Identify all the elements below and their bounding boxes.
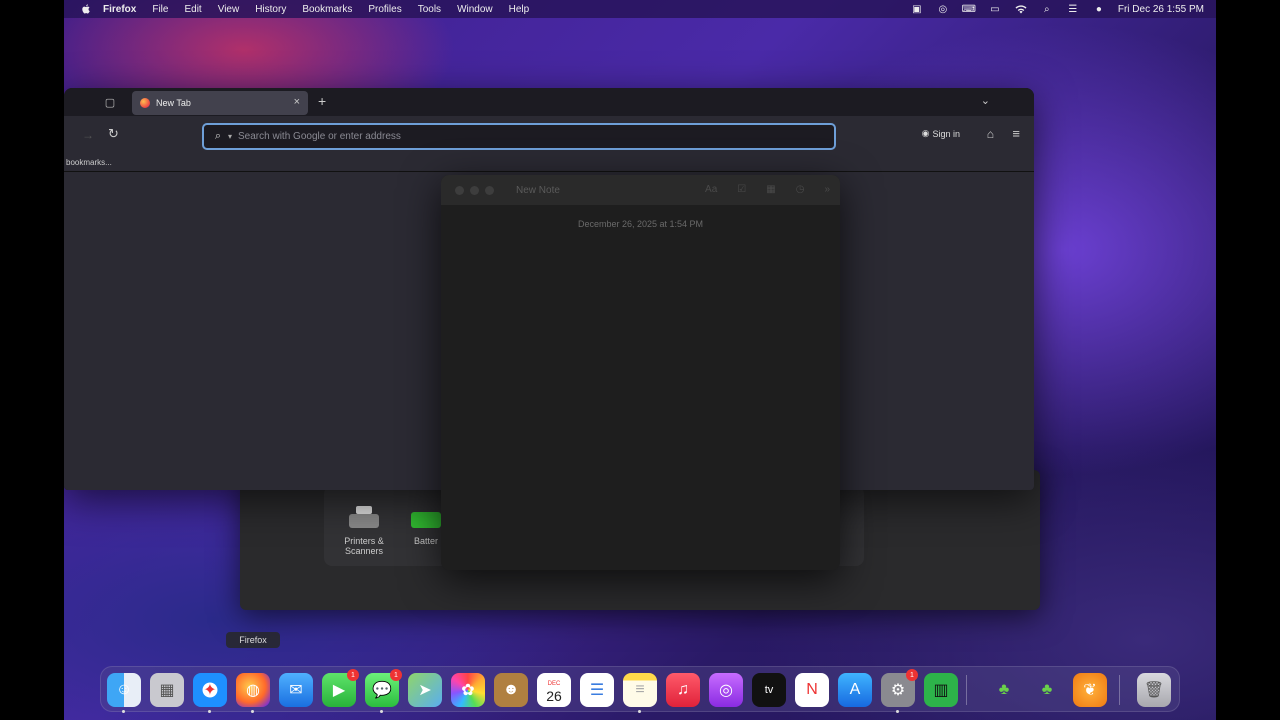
launchpad-icon[interactable]: ▦: [150, 673, 184, 707]
search-icon: ⌕: [214, 130, 222, 142]
numbers-icon[interactable]: ▥: [924, 673, 958, 707]
firefox-view-icon[interactable]: ▢: [102, 95, 118, 109]
url-bar[interactable]: ⌕ ▾: [202, 123, 836, 150]
menu-bookmarks[interactable]: Bookmarks: [302, 4, 352, 15]
menu-window[interactable]: Window: [457, 4, 493, 15]
more-icon[interactable]: »: [824, 184, 830, 195]
news-icon[interactable]: N: [795, 673, 829, 707]
bookmarks-label[interactable]: bookmarks...: [66, 158, 112, 167]
tv-icon[interactable]: tv: [752, 673, 786, 707]
menu-help[interactable]: Help: [509, 4, 530, 15]
finder-icon[interactable]: ☺: [107, 673, 141, 713]
sign-in-button[interactable]: ◉ Sign in: [922, 128, 960, 139]
dock-tooltip: Firefox: [226, 632, 280, 648]
menu-edit[interactable]: Edit: [184, 4, 201, 15]
printers-scanners-item[interactable]: Printers & Scanners: [334, 506, 394, 556]
calendar-icon[interactable]: DEC 26: [537, 673, 571, 707]
format-text-icon[interactable]: Aa: [705, 184, 717, 195]
extensions-icon[interactable]: ⌂: [987, 127, 994, 141]
tv-label: tv: [764, 684, 774, 696]
fruit-icon[interactable]: ♣: [987, 673, 1021, 707]
mail-icon[interactable]: ✉: [279, 673, 313, 707]
hamburger-menu-icon[interactable]: ≡: [1012, 126, 1020, 141]
battery-icon[interactable]: ▭: [988, 3, 1002, 15]
menu-file[interactable]: File: [152, 4, 168, 15]
screen-mirroring-icon[interactable]: ▣: [910, 3, 924, 15]
music-icon[interactable]: ♫: [666, 673, 700, 707]
menubar-clock[interactable]: Fri Dec 26 1:55 PM: [1118, 4, 1204, 15]
notes-toolbar: Aa ☑ ▦ ◷ »: [705, 184, 830, 195]
fruit-icon[interactable]: ♣: [1030, 673, 1064, 707]
account-icon: ◉: [921, 128, 930, 138]
window-controls: [455, 185, 494, 195]
search-engine-chevron-icon[interactable]: ▾: [228, 132, 232, 141]
bookmarks-toolbar: bookmarks...: [64, 156, 1034, 172]
app-store-icon[interactable]: A: [838, 673, 872, 707]
maps-icon[interactable]: ➤: [408, 673, 442, 707]
reload-icon[interactable]: ↻: [108, 126, 119, 142]
control-center-icon[interactable]: ☰: [1066, 3, 1080, 15]
gear-icon[interactable]: ⚙ 1: [881, 669, 918, 713]
keyboard-icon[interactable]: ⌨: [962, 3, 976, 15]
dock-separator: [966, 675, 967, 705]
printers-label: Printers & Scanners: [344, 536, 384, 556]
contacts-icon[interactable]: ☻: [494, 673, 528, 707]
menu-firefox[interactable]: Firefox: [103, 4, 136, 15]
close-window-button[interactable]: [455, 185, 464, 195]
note-date: December 26, 2025 at 1:54 PM: [577, 219, 704, 229]
dock: ☺ ▦ ✦ ◍ ✉ ▶ 1 💬 1 ➤ ✿ ☻ DEC 26 ☰ ≡ ♫ ◎ tv …: [100, 666, 1180, 713]
sign-in-label: Sign in: [932, 128, 960, 139]
tab-strip: ▢ New Tab × + ⌄: [64, 88, 1034, 116]
fruit-icon[interactable]: ❦: [1073, 673, 1107, 707]
battery-pref-icon: [411, 512, 441, 528]
battery-label: Batter: [413, 536, 438, 546]
reminders-icon[interactable]: ☰: [580, 673, 614, 707]
minimize-window-button[interactable]: [470, 185, 479, 195]
notes-titlebar: New Note Aa ☑ ▦ ◷ »: [441, 175, 840, 205]
messages-icon[interactable]: 💬 1: [365, 669, 402, 713]
new-tab-plus-icon[interactable]: +: [318, 93, 326, 109]
menu-history[interactable]: History: [255, 4, 286, 15]
firefox-favicon-icon: [140, 98, 150, 108]
media-icon[interactable]: ◷: [796, 184, 805, 195]
calendar-day: 26: [546, 688, 562, 704]
list-all-tabs-chevron-icon[interactable]: ⌄: [981, 94, 990, 107]
facetime-icon[interactable]: ▶ 1: [322, 669, 359, 707]
dock-separator: [1119, 675, 1120, 705]
siri-icon[interactable]: ●: [1092, 3, 1106, 15]
printer-icon: [349, 506, 379, 532]
settings-badge: 1: [906, 669, 918, 681]
note-window-title: New Note: [516, 184, 560, 196]
notes-window: New Note Aa ☑ ▦ ◷ » December 26, 2025 at…: [441, 175, 840, 570]
tab-new-tab[interactable]: New Tab ×: [132, 91, 308, 115]
spotlight-search-icon[interactable]: ⌕: [1040, 3, 1054, 15]
menu-bar: Firefox File Edit View History Bookmarks…: [64, 0, 1216, 18]
tab-close-icon[interactable]: ×: [294, 96, 300, 108]
zoom-window-button[interactable]: [485, 185, 494, 195]
firefox-icon[interactable]: ◍: [236, 673, 270, 713]
facetime-badge: 1: [347, 669, 359, 681]
messages-badge: 1: [390, 669, 402, 681]
podcasts-icon[interactable]: ◎: [709, 673, 743, 707]
menu-tools[interactable]: Tools: [418, 4, 441, 15]
notes-icon[interactable]: ≡: [623, 673, 657, 713]
menu-view[interactable]: View: [218, 4, 240, 15]
trash-icon[interactable]: 🗑: [1137, 673, 1171, 707]
table-icon[interactable]: ▦: [766, 184, 775, 195]
address-input[interactable]: [238, 131, 834, 142]
photos-icon[interactable]: ✿: [451, 673, 485, 707]
note-body-editor[interactable]: [461, 239, 820, 550]
wifi-icon[interactable]: [1014, 3, 1028, 15]
focus-icon[interactable]: ◎: [936, 3, 950, 15]
apple-menu-icon[interactable]: [79, 2, 93, 16]
forward-arrow-icon[interactable]: →: [82, 128, 94, 142]
checklist-icon[interactable]: ☑: [737, 184, 746, 195]
menu-profiles[interactable]: Profiles: [368, 4, 401, 15]
safari-icon[interactable]: ✦: [193, 673, 227, 713]
tab-title: New Tab: [156, 98, 191, 108]
nav-toolbar: → ↻ ⌕ ▾ ◉ Sign in ⌂ ≡: [64, 116, 1034, 156]
